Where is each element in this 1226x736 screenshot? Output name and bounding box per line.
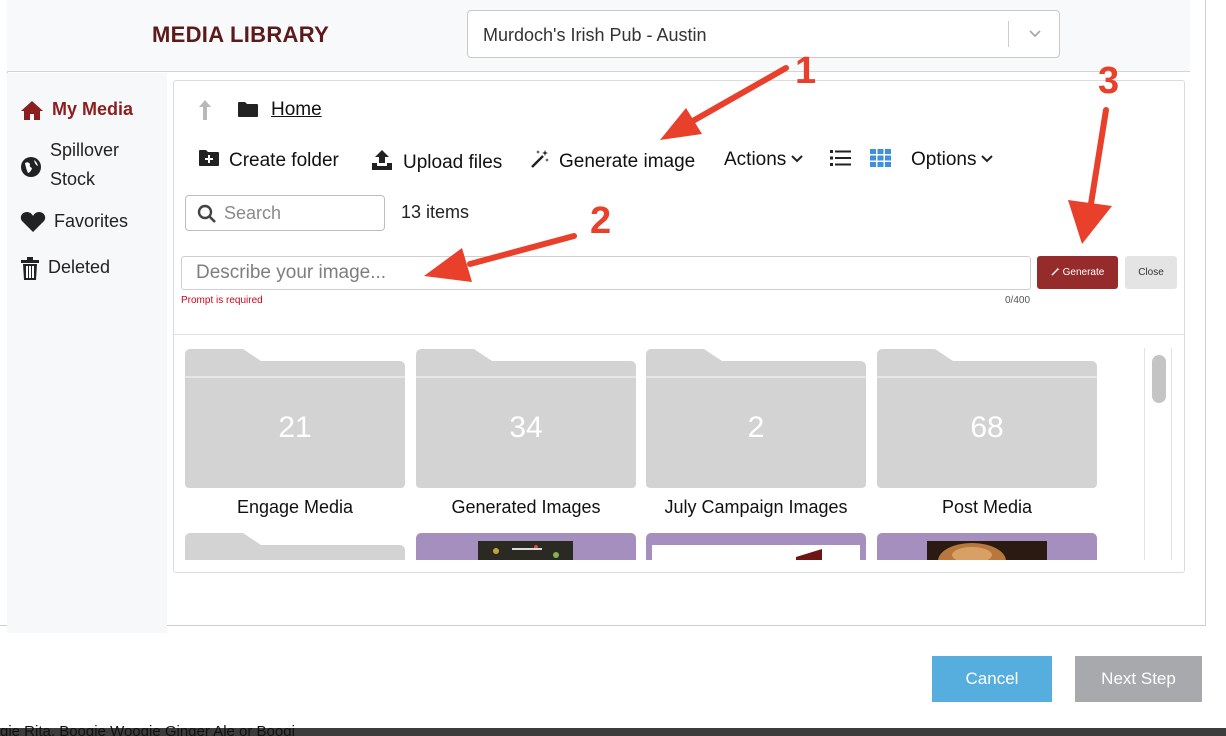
chevron-down-icon: [980, 149, 994, 171]
folder-icon: [237, 101, 259, 123]
sidebar-item-label: Spillover Stock: [50, 140, 120, 189]
folder-name: Engage Media: [236, 497, 354, 517]
trash-icon: [20, 253, 40, 286]
generate-button-label: Generate: [1062, 267, 1105, 278]
select-divider: [1008, 21, 1009, 47]
magic-wand-icon: [1051, 266, 1060, 279]
options-dropdown[interactable]: Options: [911, 149, 994, 171]
breadcrumb-home[interactable]: Home: [271, 99, 322, 121]
upload-files-label: Upload files: [403, 152, 503, 173]
search-input[interactable]: [224, 200, 374, 226]
folder-tab: [416, 349, 636, 379]
grid-view-icon[interactable]: [870, 149, 891, 167]
sidebar-item-deleted[interactable]: Deleted: [20, 253, 110, 286]
media-grid: 21 Engage Media 34 Generated Images 2 Ju…: [174, 335, 1140, 560]
folder-name: Post Media: [941, 497, 1033, 517]
folder-tab: [646, 349, 866, 379]
location-select[interactable]: Murdoch's Irish Pub - Austin: [467, 10, 1060, 58]
prompt-error: Prompt is required: [181, 295, 263, 306]
char-counter: 0/400: [1005, 295, 1031, 306]
folder-count: 68: [970, 411, 1004, 444]
location-select-value: Murdoch's Irish Pub - Austin: [483, 25, 707, 45]
thumbnail-image: [652, 545, 860, 560]
next-step-button[interactable]: Next Step: [1075, 656, 1202, 702]
chevron-down-icon: [790, 149, 804, 171]
upload-icon: [370, 149, 394, 177]
close-button[interactable]: Close: [1125, 256, 1177, 289]
generate-image-button[interactable]: Generate image: [530, 149, 695, 175]
image-thumbnail[interactable]: [646, 533, 866, 560]
heart-icon: [20, 207, 46, 238]
sidebar-item-favorites[interactable]: Favorites: [20, 207, 128, 238]
screen: MEDIA LIBRARY Murdoch's Irish Pub - Aust…: [0, 0, 1226, 736]
actions-label: Actions: [724, 149, 787, 170]
folder-tab: [185, 533, 405, 560]
prompt-input[interactable]: [196, 261, 1016, 285]
folder-count: 21: [278, 411, 312, 444]
globe-icon: [20, 152, 42, 183]
scrollbar-thumb[interactable]: [1152, 355, 1166, 403]
folder-name: July Campaign Images: [664, 497, 848, 517]
image-thumbnail[interactable]: [877, 533, 1097, 560]
annotation-number: 2: [590, 200, 612, 242]
modal-edge: [0, 625, 7, 626]
options-label: Options: [911, 149, 977, 170]
annotation-number: 1: [795, 50, 817, 92]
sidebar-item-label: Favorites: [54, 211, 129, 231]
generate-image-label: Generate image: [559, 151, 696, 172]
cancel-button[interactable]: Cancel: [932, 656, 1052, 702]
folder-tab: [185, 349, 405, 379]
sidebar-item-label: My Media: [52, 99, 134, 119]
arrow-up-icon[interactable]: [196, 99, 214, 126]
prompt-field: [181, 256, 1031, 290]
folder-count: 34: [509, 411, 543, 444]
generate-button[interactable]: Generate: [1037, 256, 1118, 289]
sidebar-item-spillover-stock[interactable]: Spillover Stock: [20, 136, 150, 194]
sidebar-item-label: Deleted: [48, 257, 111, 277]
thumbnail-image: [927, 541, 1047, 560]
folder-name: Generated Images: [451, 497, 601, 517]
home-icon: [20, 95, 44, 126]
item-count: 13 items: [401, 202, 470, 222]
image-thumbnail[interactable]: [416, 533, 636, 560]
magic-wand-icon: [530, 149, 550, 175]
create-folder-label: Create folder: [229, 150, 339, 171]
search-box: [185, 195, 385, 231]
thumbnail-image: [478, 541, 573, 560]
chevron-down-icon: [1027, 25, 1043, 46]
list-view-icon[interactable]: [830, 149, 851, 167]
upload-files-button[interactable]: Upload files: [370, 149, 502, 177]
actions-dropdown[interactable]: Actions: [724, 149, 804, 171]
folder-plus-icon: [198, 149, 220, 173]
grid-scrollbar[interactable]: [1144, 348, 1172, 560]
page-title: MEDIA LIBRARY: [152, 22, 330, 47]
sidebar-item-my-media[interactable]: My Media: [20, 95, 133, 126]
annotation-number: 3: [1098, 60, 1120, 102]
folder-count: 2: [747, 411, 765, 444]
background-text: gie Rita, Boogie Woogie Ginger Ale or Bo…: [0, 723, 295, 736]
folder-tab: [877, 349, 1097, 379]
create-folder-button[interactable]: Create folder: [198, 149, 339, 173]
